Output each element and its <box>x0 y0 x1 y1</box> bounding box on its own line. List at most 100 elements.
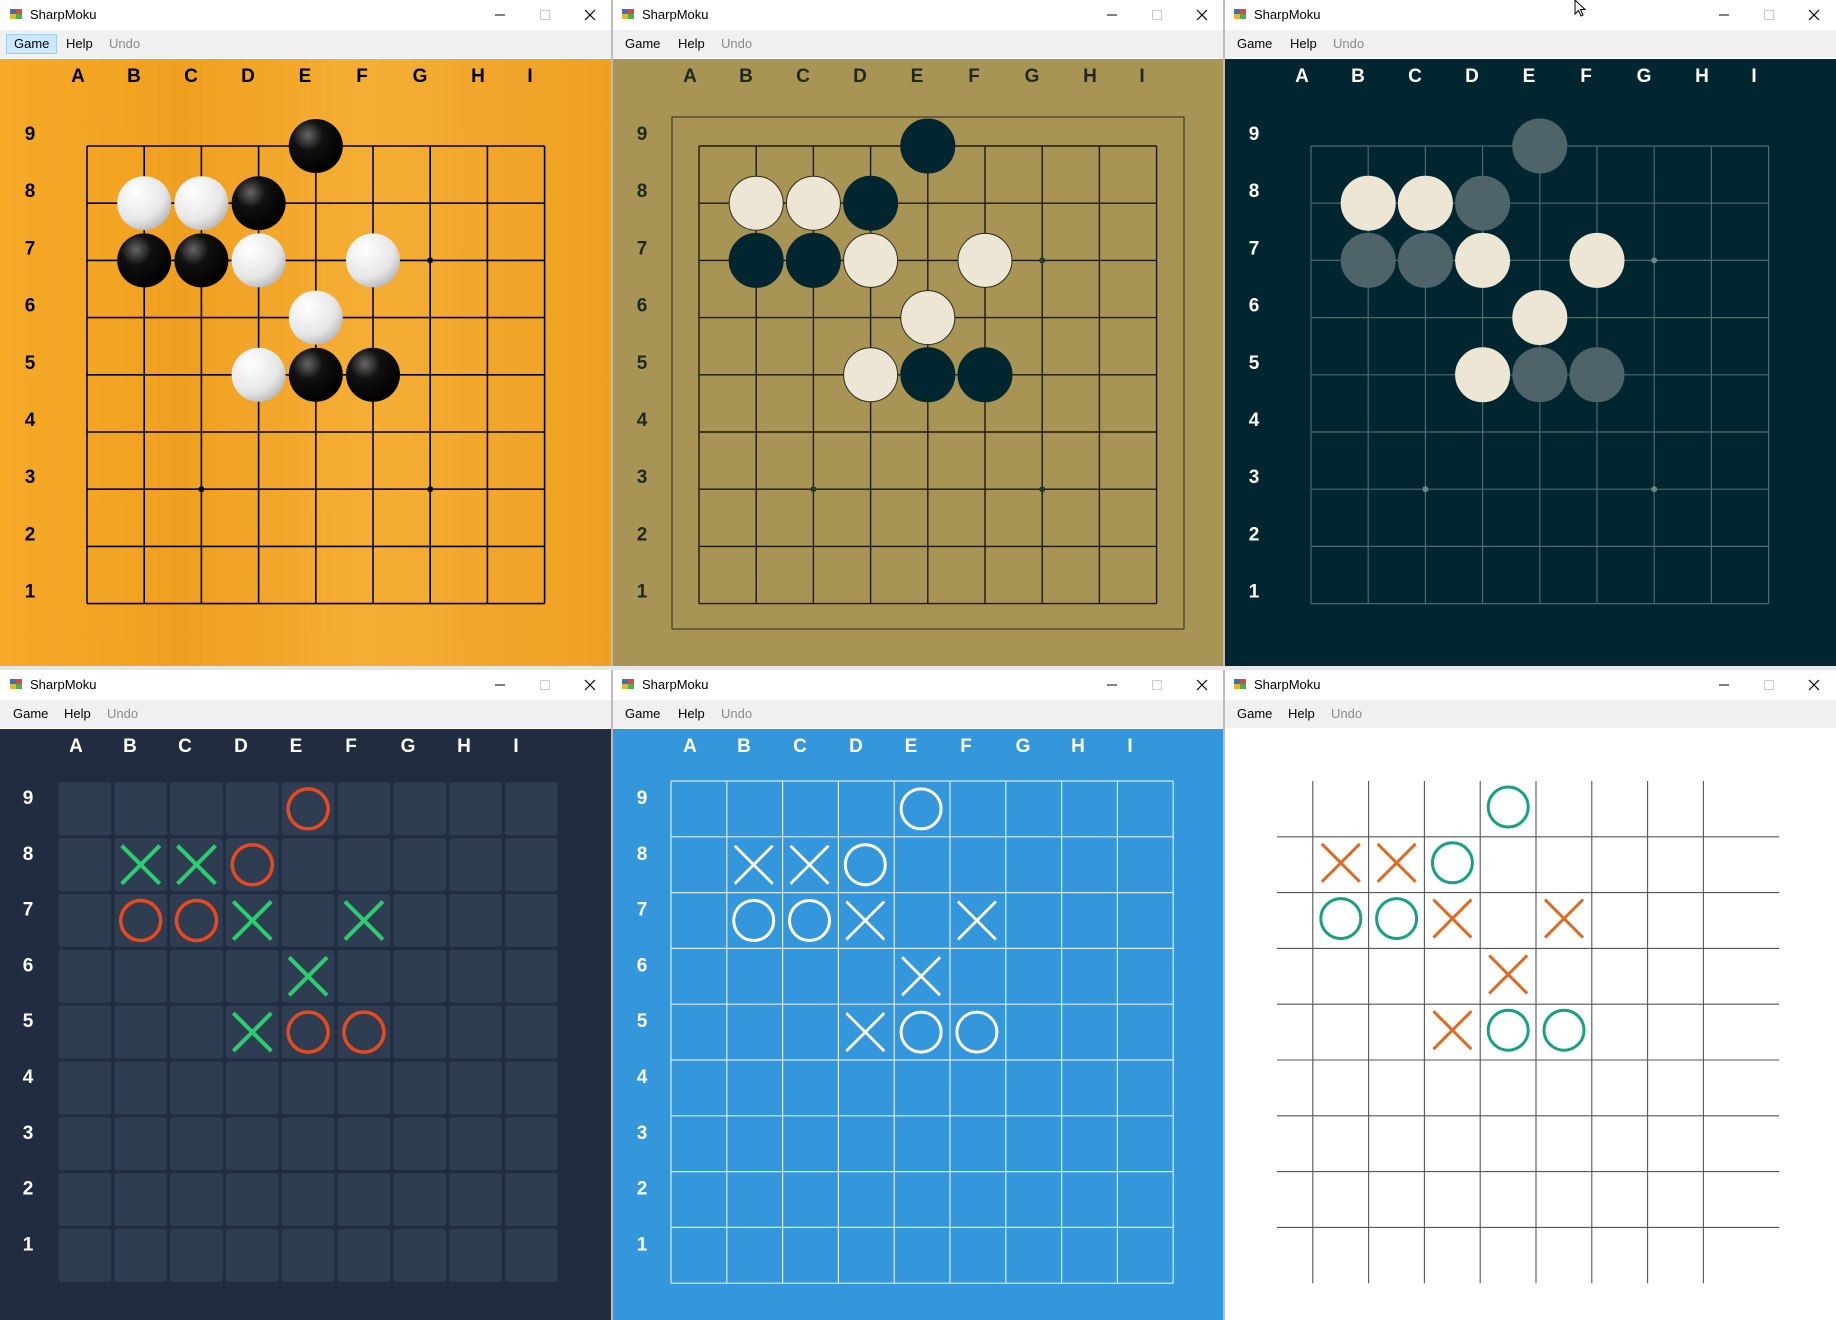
maximize-button[interactable] <box>1135 670 1179 700</box>
board-tile <box>503 1172 559 1227</box>
row-labels: 9 8 7 6 5 4 3 2 1 <box>637 124 648 603</box>
board-tile <box>503 1060 559 1116</box>
column-label-a: A <box>69 736 83 757</box>
minimize-icon <box>1107 14 1117 16</box>
board-tile <box>503 1004 559 1060</box>
board[interactable]: A B C D E F G H I 9 8 7 6 5 4 3 2 1 <box>0 59 612 666</box>
row-label-2: 2 <box>1249 524 1260 545</box>
menu-game[interactable]: Game <box>6 704 55 724</box>
menu-game[interactable]: Game <box>6 34 58 54</box>
column-label-d: D <box>1465 66 1479 87</box>
minimize-button[interactable] <box>478 0 522 30</box>
maximize-button[interactable] <box>523 670 567 700</box>
board-tile <box>503 893 559 948</box>
close-button[interactable] <box>1180 0 1224 30</box>
x-mark-d5 <box>845 1012 886 1053</box>
row-label-8: 8 <box>637 181 648 202</box>
black-stone-f5 <box>957 347 1013 403</box>
board-tile <box>392 781 448 837</box>
window-divider <box>611 0 613 1320</box>
board[interactable] <box>1224 729 1836 1320</box>
menu-help[interactable]: Help <box>671 34 712 54</box>
title-bar[interactable]: SharpMoku <box>0 670 612 700</box>
board[interactable]: A B C D E F G H I 9 8 7 6 5 4 3 2 1 <box>1224 59 1836 666</box>
menu-undo[interactable]: Undo <box>1326 34 1371 54</box>
minimize-button[interactable] <box>1090 670 1134 700</box>
menu-undo[interactable]: Undo <box>100 704 145 724</box>
menu-game[interactable]: Game <box>1230 704 1279 724</box>
window-title: SharpMoku <box>1254 677 1321 692</box>
board[interactable]: A B C D E F G H I 9 8 7 6 5 4 3 2 1 <box>0 729 612 1320</box>
title-bar[interactable]: SharpMoku <box>612 0 1224 30</box>
black-stone-e9 <box>900 118 956 174</box>
o-mark-e5 <box>899 1010 943 1054</box>
o-mark-e9 <box>899 787 943 831</box>
title-bar[interactable]: SharpMoku <box>1224 670 1836 700</box>
close-button[interactable] <box>1180 670 1224 700</box>
black-stone-c7 <box>785 232 841 288</box>
menu-game[interactable]: Game <box>1230 34 1279 54</box>
maximize-button[interactable] <box>1747 670 1791 700</box>
menu-undo[interactable]: Undo <box>1324 704 1369 724</box>
app-icon <box>622 9 634 19</box>
close-button[interactable] <box>568 0 612 30</box>
close-button[interactable] <box>568 670 612 700</box>
board-tile <box>392 1227 448 1283</box>
minimize-button[interactable] <box>478 670 522 700</box>
board-tile <box>280 1227 336 1283</box>
column-label-g: G <box>401 736 416 757</box>
maximize-icon <box>540 10 550 20</box>
black-stone-c7 <box>174 233 229 288</box>
white-stone-c8 <box>1397 175 1453 231</box>
board-tile <box>57 1172 113 1227</box>
menu-help[interactable]: Help <box>671 704 712 724</box>
maximize-button[interactable] <box>523 0 567 30</box>
menu-undo[interactable]: Undo <box>102 34 147 54</box>
menu-help[interactable]: Help <box>57 704 98 724</box>
menu-undo[interactable]: Undo <box>714 704 759 724</box>
board-tile <box>392 1172 448 1227</box>
row-label-8: 8 <box>23 844 34 865</box>
x-mark-b8 <box>1320 842 1361 883</box>
column-label-f: F <box>345 736 357 757</box>
maximize-button[interactable] <box>1747 0 1791 30</box>
pieces <box>732 787 999 1054</box>
row-label-7: 7 <box>1249 238 1260 259</box>
column-label-e: E <box>905 736 918 757</box>
board-tile <box>113 1060 169 1116</box>
board-tile <box>448 893 503 948</box>
maximize-button[interactable] <box>1135 0 1179 30</box>
app-icon <box>1234 9 1246 19</box>
board-tile <box>169 1172 224 1227</box>
close-button[interactable] <box>1792 670 1836 700</box>
black-stone-c7 <box>1397 232 1453 288</box>
row-label-6: 6 <box>1249 296 1260 317</box>
board[interactable]: A B C D E F G H I 9 8 7 6 5 4 3 2 1 <box>612 729 1224 1320</box>
menu-undo[interactable]: Undo <box>714 34 759 54</box>
menu-help[interactable]: Help <box>1281 704 1322 724</box>
column-label-i: I <box>1139 66 1144 87</box>
black-stone-f5 <box>346 347 400 402</box>
title-bar[interactable]: SharpMoku <box>0 0 612 30</box>
o-mark-b7 <box>732 899 776 942</box>
menu-game[interactable]: Game <box>618 34 667 54</box>
menu-game[interactable]: Game <box>618 704 667 724</box>
column-label-f: F <box>960 736 972 757</box>
menu-help[interactable]: Help <box>59 34 100 54</box>
maximize-icon <box>540 680 550 690</box>
board-tile <box>169 1116 224 1172</box>
black-stone-b7 <box>1340 232 1396 288</box>
close-button[interactable] <box>1792 0 1836 30</box>
board-tile <box>57 1004 113 1060</box>
minimize-button[interactable] <box>1702 0 1746 30</box>
title-bar[interactable]: SharpMoku <box>612 670 1224 700</box>
minimize-button[interactable] <box>1090 0 1134 30</box>
minimize-button[interactable] <box>1702 670 1746 700</box>
board[interactable]: A B C D E F G H I 9 8 7 6 5 4 3 2 1 <box>612 59 1224 666</box>
row-label-6: 6 <box>25 296 36 317</box>
menu-help[interactable]: Help <box>1283 34 1324 54</box>
column-label-g: G <box>413 66 428 87</box>
board-tile <box>169 1004 224 1060</box>
title-bar[interactable]: SharpMoku <box>1224 0 1836 30</box>
x-mark-d5 <box>1432 1010 1473 1051</box>
